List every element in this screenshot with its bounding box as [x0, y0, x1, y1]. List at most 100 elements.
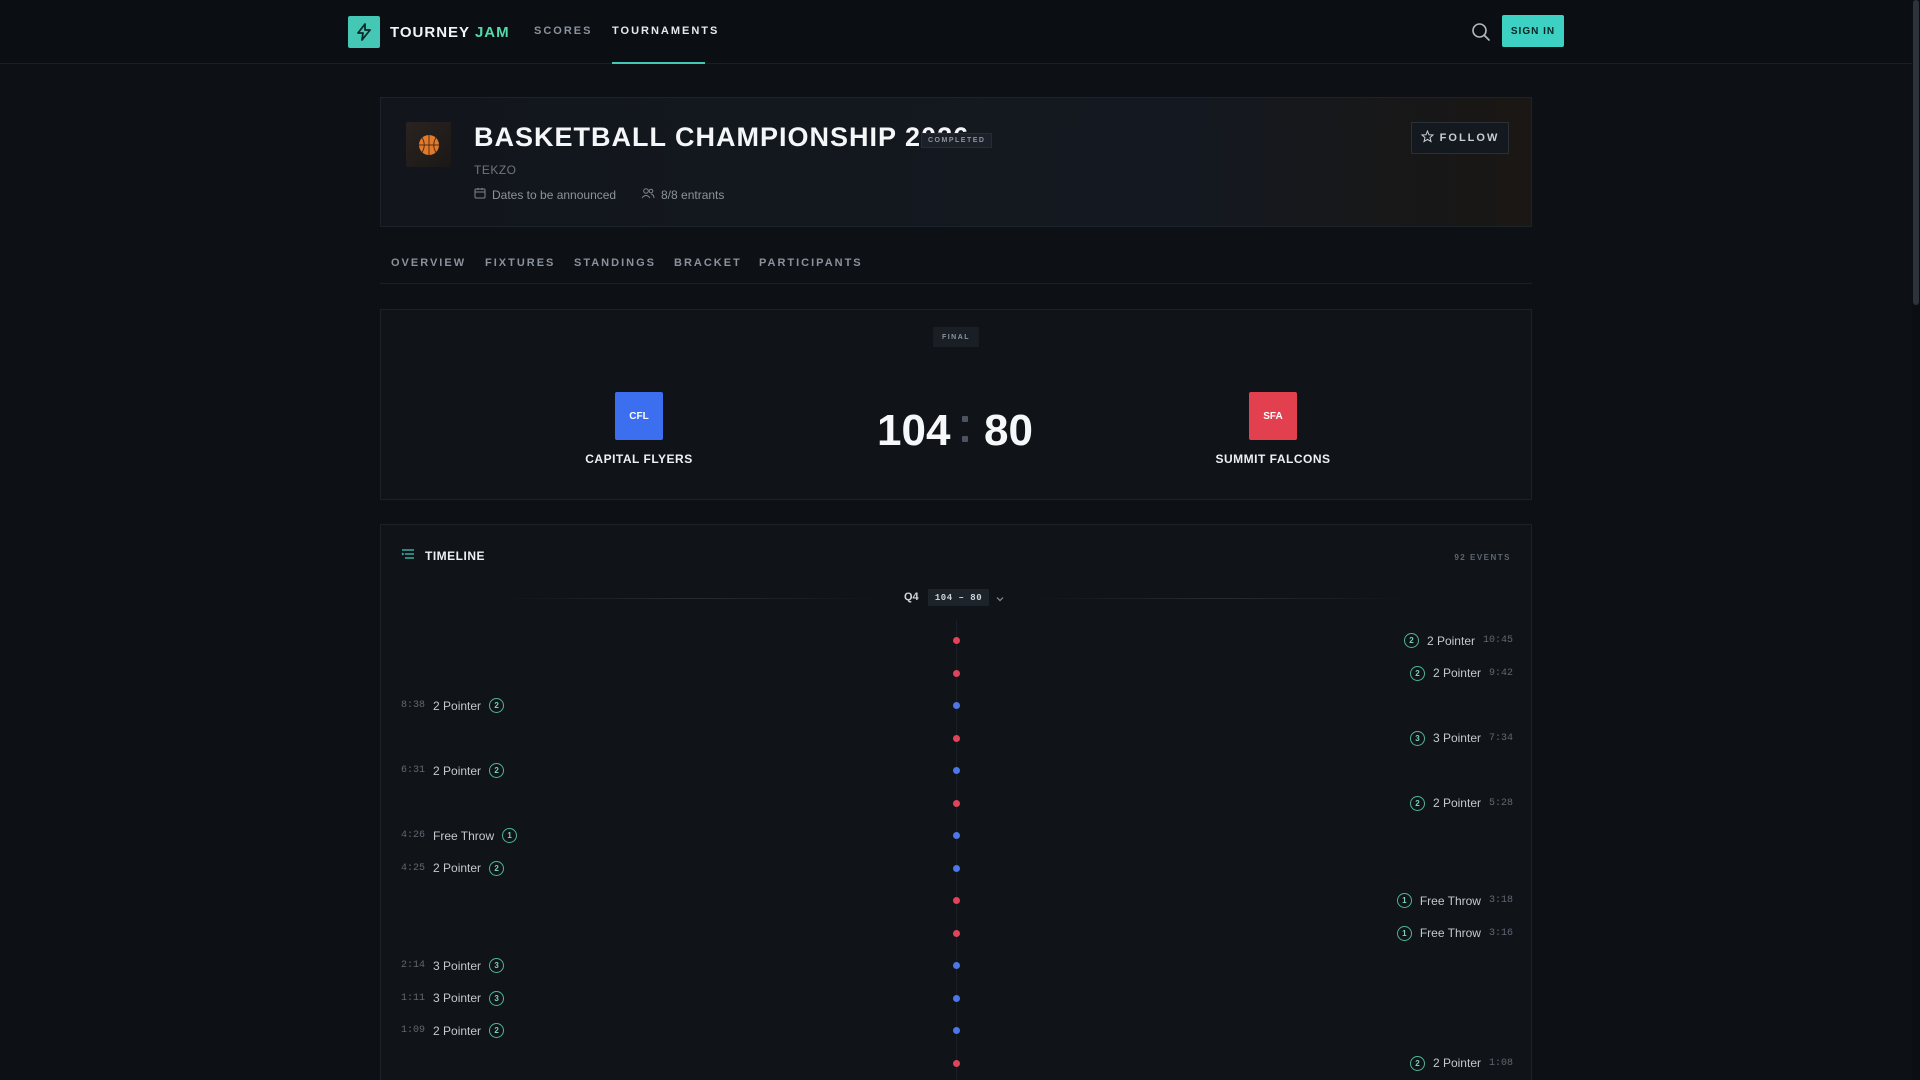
timeline-event[interactable]: 2:14 3 Pointer 3: [381, 956, 1533, 976]
away-team-name[interactable]: SUMMIT FALCONS: [1173, 452, 1373, 466]
tab-overview[interactable]: OVERVIEW: [391, 257, 466, 269]
event-dot: [953, 799, 960, 807]
tab-participants[interactable]: PARTICIPANTS: [759, 257, 863, 269]
timeline-event[interactable]: 6:31 2 Pointer 2: [381, 761, 1533, 781]
period-score: 104 – 80: [928, 589, 989, 606]
timeline-title: TIMELINE: [425, 548, 485, 563]
event-dot: [953, 669, 960, 677]
top-navigation-bar: TOURNEY JAM SCORES TOURNAMENTS SIGN IN: [0, 0, 1912, 64]
divider: [501, 598, 881, 599]
event-detail: 1:09 2 Pointer 2: [401, 1023, 505, 1038]
event-label: Free Throw: [1419, 926, 1481, 940]
timeline-event[interactable]: 1:09 2 Pointer 2: [381, 1021, 1533, 1041]
event-detail: 4:25 2 Pointer 2: [401, 860, 505, 876]
lightning-icon: [348, 16, 380, 48]
event-dot: [953, 994, 960, 1002]
event-dot: [953, 767, 960, 774]
event-time: 1:08: [1488, 1057, 1513, 1069]
event-label: 2 Pointer: [433, 861, 482, 875]
points-badge: 2: [489, 860, 505, 876]
event-time: 3:18: [1488, 895, 1513, 906]
logo-word-2: JAM: [474, 23, 510, 41]
event-label: 2 Pointer: [1432, 796, 1481, 810]
tab-fixtures[interactable]: FIXTURES: [485, 257, 555, 269]
entrants-text: 8/8 entrants: [661, 187, 725, 202]
basketball-icon: [406, 122, 451, 167]
event-detail: 2 2 Pointer 10:45: [1403, 633, 1513, 648]
event-time: 7:34: [1488, 732, 1513, 744]
away-team-logo[interactable]: SFA: [1249, 392, 1297, 440]
timeline-event[interactable]: 3 3 Pointer 7:34: [381, 729, 1533, 749]
tab-bracket[interactable]: BRACKET: [674, 257, 742, 269]
timeline-event[interactable]: 8:38 2 Pointer 2: [381, 696, 1533, 716]
logo-word-1: TOURNEY: [390, 23, 470, 41]
follow-button[interactable]: FOLLOW: [1411, 122, 1509, 154]
event-dot: [953, 929, 960, 937]
points-badge: 2: [1409, 1055, 1425, 1071]
event-label: 3 Pointer: [1432, 731, 1481, 745]
event-dot: [953, 864, 960, 872]
timeline-event[interactable]: 1:11 3 Pointer 3: [381, 989, 1533, 1009]
timeline-event[interactable]: 1 Free Throw 3:18: [381, 891, 1533, 911]
nav-link-tournaments[interactable]: TOURNAMENTS: [612, 25, 719, 37]
event-dot: [953, 897, 960, 904]
timeline-event[interactable]: 2 2 Pointer 9:42: [381, 664, 1533, 684]
home-team-logo[interactable]: CFL: [615, 392, 663, 440]
timeline-header: TIMELINE: [401, 548, 485, 563]
event-label: Free Throw: [433, 828, 495, 843]
active-nav-indicator: [612, 62, 705, 64]
event-dot: [953, 832, 960, 839]
status-badge: COMPLETED: [921, 133, 993, 148]
event-detail: 2 2 Pointer 5:28: [1409, 795, 1513, 811]
event-dot: [953, 734, 960, 742]
match-status-badge: FINAL: [933, 327, 979, 347]
event-time: 9:42: [1488, 667, 1513, 679]
timeline-card: TIMELINE 92 EVENTS Q4 104 – 80 2 2 Pointe…: [380, 524, 1532, 1080]
calendar-icon: [474, 187, 486, 202]
points-badge: 2: [489, 1023, 505, 1038]
event-label: 3 Pointer: [433, 958, 482, 973]
points-badge: 2: [489, 698, 505, 713]
points-badge: 3: [489, 958, 505, 973]
event-label: 2 Pointer: [1426, 633, 1475, 648]
tab-standings[interactable]: STANDINGS: [574, 257, 656, 269]
points-badge: 2: [1409, 795, 1425, 811]
search-icon[interactable]: [1470, 21, 1492, 43]
timeline-event[interactable]: 2 2 Pointer 1:08: [381, 1054, 1533, 1074]
event-time: 4:26: [401, 830, 426, 841]
divider: [1031, 598, 1411, 599]
points-badge: 3: [489, 990, 505, 1006]
logo[interactable]: TOURNEY JAM: [348, 16, 510, 48]
event-detail: 1:11 3 Pointer 3: [401, 990, 505, 1006]
timeline-axis: [956, 620, 957, 1080]
logo-text: TOURNEY JAM: [390, 24, 510, 41]
organizer-name[interactable]: TEKZO: [474, 163, 517, 177]
event-time: 1:09: [401, 1025, 426, 1036]
points-badge: 1: [502, 828, 518, 843]
list-icon: [401, 548, 415, 563]
period-selector[interactable]: Q4 104 – 80: [381, 588, 1533, 608]
match-score-card: FINAL CFL CAPITAL FLYERS 104 80 SFA SUMM…: [380, 309, 1532, 500]
home-team-name[interactable]: CAPITAL FLYERS: [539, 452, 739, 466]
home-score: 104: [877, 406, 951, 455]
nav-link-scores[interactable]: SCORES: [534, 25, 592, 37]
event-detail: 1 Free Throw 3:18: [1396, 893, 1513, 908]
event-detail: 1 Free Throw 3:16: [1396, 925, 1513, 941]
event-detail: 4:26 Free Throw 1: [401, 828, 518, 843]
points-badge: 2: [489, 763, 505, 778]
chevron-down-icon[interactable]: [995, 591, 1005, 609]
event-dot: [953, 962, 960, 969]
sign-in-button[interactable]: SIGN IN: [1502, 15, 1564, 47]
event-detail: 2 2 Pointer 9:42: [1409, 665, 1513, 681]
tournament-header: BASKETBALL CHAMPIONSHIP 2026 COMPLETED T…: [380, 97, 1532, 227]
timeline-event[interactable]: 4:25 2 Pointer 2: [381, 859, 1533, 879]
timeline-event[interactable]: 1 Free Throw 3:16: [381, 924, 1533, 944]
points-badge: 2: [1409, 665, 1425, 681]
event-count: 92 EVENTS: [1454, 553, 1511, 562]
scrollbar-thumb[interactable]: [1913, 0, 1919, 305]
timeline-event[interactable]: 4:26 Free Throw 1: [381, 826, 1533, 846]
users-icon: [641, 187, 655, 202]
timeline-event[interactable]: 2 2 Pointer 10:45: [381, 631, 1533, 651]
event-detail: 3 3 Pointer 7:34: [1409, 730, 1513, 746]
timeline-event[interactable]: 2 2 Pointer 5:28: [381, 794, 1533, 814]
